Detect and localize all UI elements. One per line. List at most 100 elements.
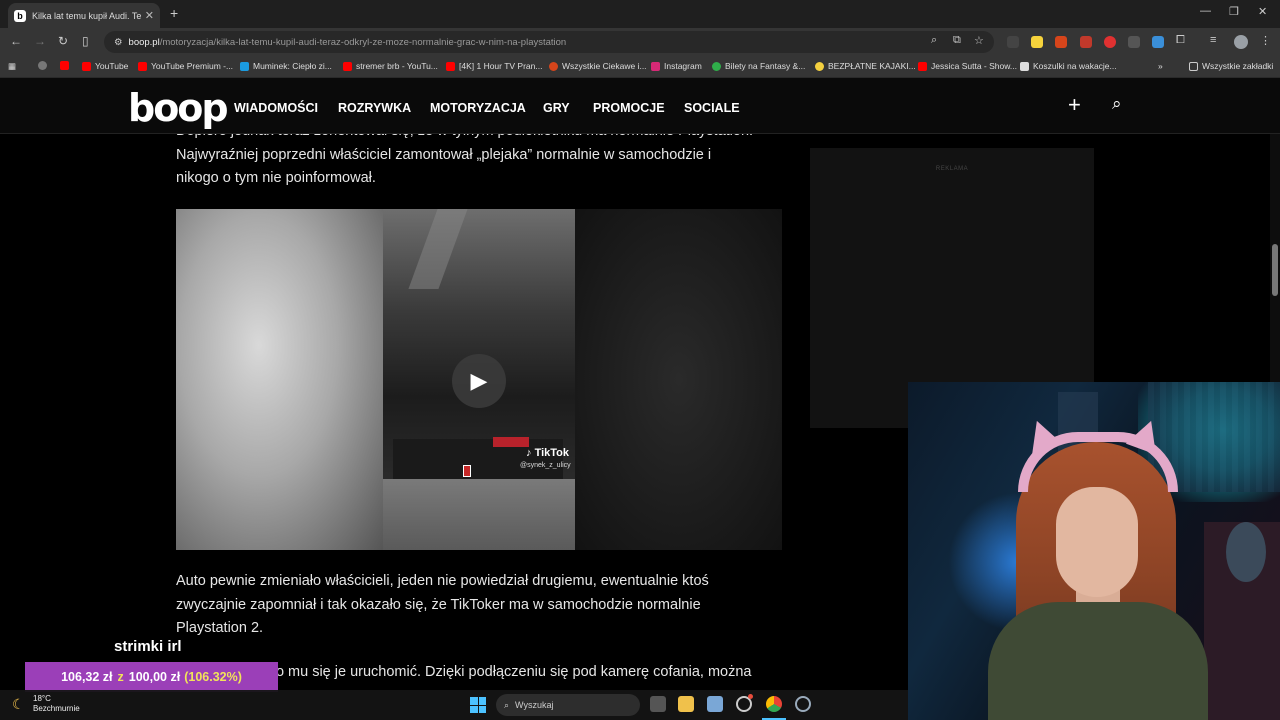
- settings-icon[interactable]: [795, 696, 811, 712]
- apps-icon[interactable]: ▦: [8, 61, 16, 72]
- nav-motoryzacja[interactable]: MOTORYZACJA: [430, 101, 526, 115]
- weather-temp: 18°C: [33, 694, 51, 703]
- site-info-icon[interactable]: ⚙: [114, 37, 123, 48]
- site-header-front: boop WIADOMOŚCI ROZRYWKA MOTORYZACJA GRY…: [0, 78, 1280, 134]
- minimize-icon[interactable]: —: [1200, 5, 1211, 17]
- forward-icon[interactable]: →: [34, 34, 46, 48]
- weather-condition: Bezchmurnie: [33, 704, 80, 713]
- url-host: boop.pl: [128, 36, 160, 48]
- file-explorer-icon[interactable]: [678, 696, 694, 712]
- ad-label: REKLAMA: [935, 166, 969, 172]
- bookmark-icon[interactable]: [38, 61, 51, 70]
- article-line: zwyczajnie zapomniał i tak okazało się, …: [176, 596, 701, 613]
- bookmark-youtube[interactable]: YouTube: [82, 61, 128, 71]
- play-icon: ▶: [470, 368, 488, 393]
- extension-icon[interactable]: [1031, 36, 1043, 48]
- more-bookmarks-icon[interactable]: »: [1158, 61, 1163, 71]
- back-icon[interactable]: ←: [10, 34, 22, 48]
- reload-icon[interactable]: ↻: [58, 34, 68, 48]
- task-view-icon[interactable]: [650, 696, 666, 712]
- goal-percent: (106.32%): [184, 670, 242, 684]
- goal-separator: z: [117, 670, 124, 684]
- nav-wiadomosci[interactable]: WIADOMOŚCI: [234, 101, 318, 115]
- folder-icon: [1189, 61, 1198, 71]
- install-icon[interactable]: ⧉: [953, 34, 961, 47]
- extension-icon[interactable]: [1007, 36, 1019, 48]
- browser-tab-strip: b Kilka lat temu kupił Audi. Teraz ✕ + —…: [0, 0, 1280, 28]
- bookmark-stremer-brb[interactable]: stremer brb - YouTu...: [343, 61, 438, 71]
- bookmark-fantasy[interactable]: Bilety na Fantasy &...: [712, 61, 805, 71]
- bookmark-ciekawe[interactable]: Wszystkie Ciekawe i...: [549, 61, 647, 71]
- bookmark-kajaki[interactable]: BEZPŁATNE KAJAKI...: [815, 61, 916, 71]
- instagram-icon: [651, 61, 660, 71]
- new-tab-icon[interactable]: +: [170, 5, 178, 21]
- youtube-icon: [446, 61, 455, 71]
- extension-icon[interactable]: [1152, 36, 1164, 48]
- moon-icon[interactable]: ☾: [12, 696, 25, 713]
- site-icon: [712, 61, 721, 71]
- search-icon[interactable]: ⌕: [1112, 94, 1122, 114]
- restore-icon[interactable]: ❐: [1229, 5, 1239, 18]
- bookmarks-bar: ▦ YouTube YouTube Premium -... Muminek: …: [0, 56, 1280, 78]
- tiktok-username: @synek_z_ulicy: [520, 462, 571, 469]
- extension-icon[interactable]: [1055, 36, 1067, 48]
- nav-gry[interactable]: GRY: [543, 101, 570, 115]
- webcam-overlay: [908, 382, 1280, 720]
- site-icon: [815, 61, 824, 71]
- tab-title: Kilka lat temu kupił Audi. Teraz: [32, 10, 141, 21]
- stream-title: strimki irl: [114, 638, 182, 655]
- all-bookmarks-folder[interactable]: Wszystkie zakładki: [1189, 61, 1273, 71]
- video-blur-right: [575, 209, 782, 550]
- browser-tab[interactable]: b Kilka lat temu kupił Audi. Teraz ✕: [8, 3, 160, 28]
- bookmark-youtube-premium[interactable]: YouTube Premium -...: [138, 61, 233, 71]
- tab-close-icon[interactable]: ✕: [145, 9, 154, 22]
- profile-avatar[interactable]: [1234, 35, 1248, 49]
- site-logo[interactable]: boop: [128, 86, 229, 130]
- article-line: Playstation 2.: [176, 620, 264, 636]
- tab-favicon-icon: b: [14, 9, 26, 22]
- sidebar-icon[interactable]: ▯: [82, 34, 89, 48]
- article-line: Najwyraźniej poprzedni właściciel zamont…: [176, 146, 712, 163]
- zoom-icon[interactable]: ⌕: [931, 34, 937, 47]
- extension-icon[interactable]: [1080, 36, 1092, 48]
- bookmark-tv-prank[interactable]: [4K] 1 Hour TV Pran...: [446, 61, 542, 71]
- bookmark-muminek[interactable]: Muminek: Ciepło zi...: [240, 61, 332, 71]
- tiktok-icon: [1020, 61, 1029, 71]
- windows-start-icon[interactable]: [470, 697, 486, 713]
- bookmark-koszulki[interactable]: Koszulki na wakacje...: [1020, 61, 1117, 71]
- search-label: Wyszukaj: [515, 700, 554, 710]
- notification-dot: [748, 694, 753, 699]
- extension-icon[interactable]: [1128, 36, 1140, 48]
- weather-widget[interactable]: 18°C Bezchmurnie: [33, 694, 80, 714]
- plus-icon[interactable]: +: [1068, 92, 1081, 118]
- nav-rozrywka[interactable]: ROZRYWKA: [338, 101, 411, 115]
- article-line: nikogo o tym nie poinformował.: [176, 170, 376, 186]
- article-paragraph: Auto pewnie zmieniało właścicieli, jeden…: [176, 570, 786, 641]
- play-button[interactable]: ▶: [452, 354, 506, 408]
- scrollbar-thumb[interactable]: [1272, 244, 1278, 296]
- site-icon: [549, 61, 558, 71]
- youtube-icon: [82, 61, 91, 71]
- address-bar[interactable]: ⚙ boop.pl/motoryzacja/kilka-lat-temu-kup…: [104, 31, 994, 53]
- url-path: /motoryzacja/kilka-lat-temu-kupil-audi-t…: [159, 36, 567, 48]
- media-icon[interactable]: ≡: [1210, 34, 1216, 46]
- donation-goal-bar: 106,32 zł z 100,00 zł (106.32%): [25, 662, 278, 692]
- youtube-icon: [138, 61, 147, 71]
- extensions-puzzle-icon[interactable]: ⧠: [1176, 34, 1185, 47]
- bookmark-jessica-sutta[interactable]: Jessica Sutta - Show...: [918, 61, 1017, 71]
- extension-icon[interactable]: [1104, 36, 1116, 48]
- bookmark-icon[interactable]: [60, 61, 73, 70]
- bookmark-instagram[interactable]: Instagram: [651, 61, 702, 71]
- window-close-icon[interactable]: ✕: [1258, 5, 1267, 18]
- nav-promocje[interactable]: PROMOCJE: [593, 101, 665, 115]
- video-blur-left: [176, 209, 383, 550]
- taskbar-search[interactable]: ⌕ Wyszukaj: [496, 694, 640, 716]
- store-icon[interactable]: [707, 696, 723, 712]
- youtube-icon: [918, 61, 927, 71]
- search-icon: ⌕: [504, 699, 510, 710]
- bookmark-star-icon[interactable]: ☆: [974, 34, 984, 47]
- menu-icon[interactable]: ⋮: [1260, 34, 1271, 47]
- nav-sociale[interactable]: SOCIALE: [684, 101, 740, 115]
- chrome-icon[interactable]: [766, 696, 782, 712]
- tiktok-video-embed[interactable]: ▶ ♪ TikTok @synek_z_ulicy: [176, 209, 782, 550]
